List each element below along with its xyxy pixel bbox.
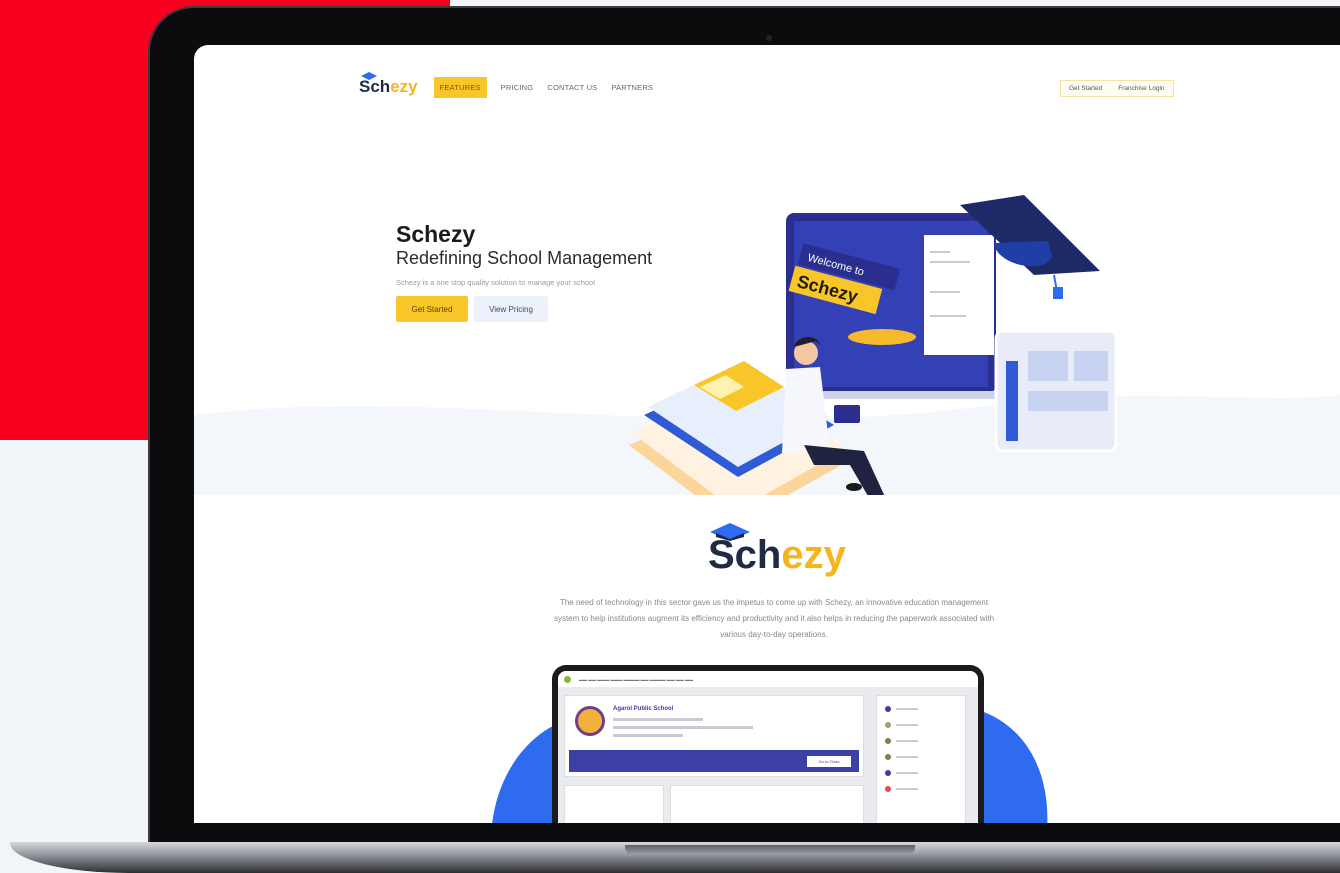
laptop-screen: Sch ezy FEATURES PRICING CONTACT US PART… — [194, 45, 1340, 823]
nav-item-features[interactable]: FEATURES — [433, 76, 487, 98]
brand-logo-text-yellow: ezy — [781, 533, 846, 577]
hero-illustration: Welcome to Schezy — [629, 195, 1118, 495]
school-crest-icon — [575, 706, 605, 736]
logo-text-dark: Sch — [359, 77, 391, 96]
graduation-cap-icon — [361, 72, 377, 80]
dashboard-bar-button[interactable]: Go to Class — [807, 756, 851, 767]
logo[interactable]: Sch ezy — [359, 72, 418, 97]
school-info-card: Agarol Public School Go to Class — [564, 695, 864, 777]
nav-get-started-button[interactable]: Get Started — [1061, 81, 1110, 96]
school-stats-bar: Go to Class — [569, 750, 859, 772]
nav-franchise-login-button[interactable]: Franchise Login — [1110, 81, 1172, 96]
hero-title: Schezy — [396, 221, 476, 247]
dashboard-preview: ▬▬ ▬▬ ▬▬▬ ▬▬▬ ▬▬▬▬ ▬▬ ▬▬▬▬ ▬▬ ▬▬ ▬▬ Agar… — [552, 665, 984, 823]
dashboard-sidebar — [876, 695, 966, 823]
hero-subtitle: Redefining School Management — [396, 248, 653, 268]
get-started-button[interactable]: Get Started — [396, 296, 468, 322]
nav-actions: Get Started Franchise Login — [1060, 80, 1174, 97]
camera-icon — [766, 35, 772, 41]
laptop-base-notch — [625, 845, 915, 855]
dashboard-card — [564, 785, 664, 823]
nav-item-contact-us[interactable]: CONTACT US — [547, 83, 597, 92]
brand-logo: Sch ezy — [708, 523, 846, 578]
about-paragraph: The need of technology in this sector ga… — [553, 598, 995, 639]
hero-description: Schezy is a one stop quality solution to… — [396, 278, 595, 287]
graduation-cap-icon — [710, 523, 750, 541]
view-pricing-button[interactable]: View Pricing — [474, 296, 548, 322]
logo-text-yellow: ezy — [390, 77, 418, 96]
nav-item-partners[interactable]: PARTNERS — [611, 83, 653, 92]
dashboard-card — [670, 785, 864, 823]
school-name: Agarol Public School — [613, 706, 674, 712]
nav-item-pricing[interactable]: PRICING — [501, 83, 534, 92]
top-navigation: Sch ezy FEATURES PRICING CONTACT US PART… — [359, 72, 667, 99]
